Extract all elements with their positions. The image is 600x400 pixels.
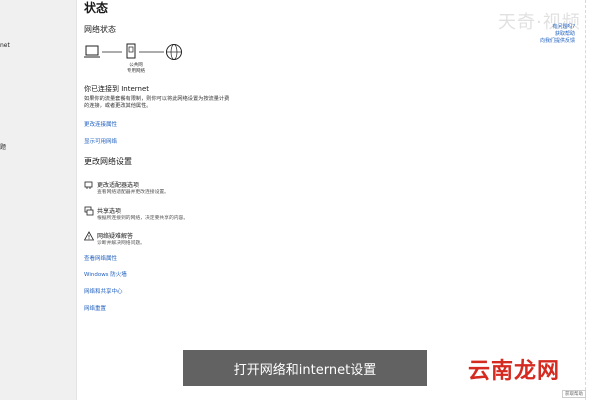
- give-feedback-link[interactable]: 向我们提供反馈: [540, 38, 575, 45]
- router-icon: [126, 43, 136, 59]
- network-sharing-center-link[interactable]: 网络和共享中心: [84, 287, 123, 295]
- adapter-icon: [84, 181, 93, 189]
- globe-icon: [166, 44, 182, 60]
- help-question-text: 有问题吗?: [552, 24, 576, 30]
- brand-watermark-logo: 云南龙网: [468, 359, 561, 384]
- troubleshooter-desc: 诊断并解决网络问题。: [97, 241, 145, 246]
- main-content: 状态 网络状态 公共网 专用网络 你已连接到 Internet 如果你的流量套餐…: [84, 0, 600, 400]
- sidebar-item-network[interactable]: net: [0, 42, 10, 49]
- show-available-networks-link[interactable]: 显示可用网络: [84, 137, 117, 145]
- pc-icon: [84, 45, 100, 58]
- view-network-properties-link[interactable]: 查看网络属性: [84, 254, 117, 262]
- settings-sidebar: net 题: [0, 0, 77, 400]
- subtitle-text: 打开网络和internet设置: [233, 362, 377, 378]
- help-links: 有问题吗? 获取帮助 向我们提供反馈: [540, 24, 575, 45]
- get-help-button[interactable]: 获取帮助: [562, 390, 586, 398]
- network-reset-link[interactable]: 网络重置: [84, 304, 106, 312]
- windows-firewall-link[interactable]: Windows 防火墙: [84, 270, 127, 278]
- sharing-icon: [84, 206, 94, 216]
- warning-icon: [84, 231, 94, 241]
- sharing-options-desc: 根据所连接到的网络，决定要共享的内容。: [97, 216, 189, 221]
- page-title: 状态: [84, 1, 109, 15]
- get-help-link[interactable]: 获取帮助: [540, 31, 575, 38]
- connection-status-heading: 你已连接到 Internet: [84, 85, 150, 93]
- connection-status-description: 如果你的流量套餐有限制，则你可以将此网络设置为按流量计费的连接，或者更改其他属性…: [84, 96, 230, 109]
- network-profile-label: 专用网络: [127, 69, 145, 74]
- adapter-options-desc: 查看网络适配器并更改连接设置。: [97, 190, 169, 195]
- network-status-diagram: 公共网 专用网络: [84, 42, 194, 82]
- video-subtitle-caption: 打开网络和internet设置: [183, 350, 427, 386]
- network-status-heading: 网络状态: [84, 25, 116, 34]
- change-connection-properties-link[interactable]: 更改连接属性: [84, 120, 117, 128]
- change-network-settings-heading: 更改网络设置: [84, 157, 132, 166]
- sidebar-item-topic[interactable]: 题: [0, 142, 6, 151]
